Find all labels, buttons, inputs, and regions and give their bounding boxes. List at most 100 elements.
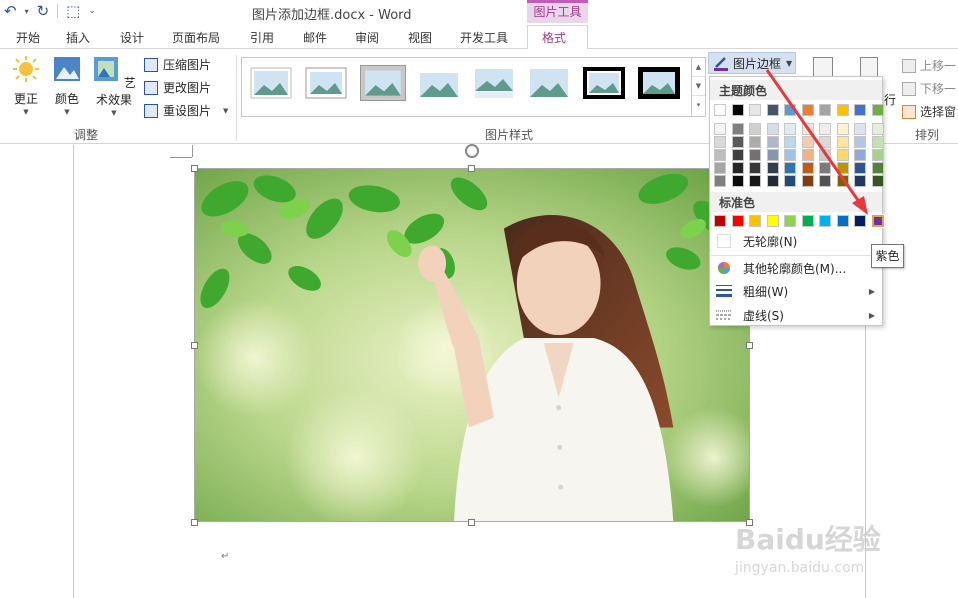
tab-design[interactable]: 设计: [120, 29, 144, 46]
theme-color-swatch[interactable]: [854, 104, 866, 116]
style-thumb[interactable]: [418, 67, 460, 99]
theme-shade-swatch[interactable]: [854, 175, 866, 187]
theme-shade-swatch[interactable]: [749, 175, 761, 187]
standard-color-swatch[interactable]: [731, 215, 744, 227]
theme-color-swatch[interactable]: [766, 104, 779, 116]
theme-shade-swatch[interactable]: [766, 123, 779, 135]
standard-color-swatch[interactable]: [854, 215, 866, 227]
tab-mailings[interactable]: 邮件: [303, 29, 327, 46]
standard-color-swatch[interactable]: [819, 215, 831, 227]
theme-shade-swatch[interactable]: [871, 175, 884, 187]
reset-picture-button[interactable]: 重设图片 ▼: [144, 102, 228, 119]
theme-shade-swatch[interactable]: [714, 175, 726, 187]
theme-shade-swatch[interactable]: [766, 149, 779, 161]
theme-shade-swatch[interactable]: [784, 149, 796, 161]
style-thumb-selected[interactable]: [360, 65, 406, 101]
theme-shade-swatch[interactable]: [854, 149, 866, 161]
standard-color-swatch[interactable]: [766, 215, 779, 227]
theme-shade-swatch[interactable]: [836, 162, 849, 174]
theme-shade-swatch[interactable]: [784, 175, 796, 187]
theme-shade-swatch[interactable]: [766, 136, 779, 148]
customize-qat-icon[interactable]: ⌄: [88, 6, 96, 16]
theme-shade-swatch[interactable]: [714, 149, 726, 161]
gallery-scroll[interactable]: ▲ ▼ ▾: [691, 58, 705, 116]
standard-color-swatch[interactable]: [749, 215, 761, 227]
theme-shade-swatch[interactable]: [819, 162, 831, 174]
theme-shade-swatch[interactable]: [784, 162, 796, 174]
standard-color-swatch[interactable]: [801, 215, 814, 227]
theme-color-swatch[interactable]: [801, 104, 814, 116]
standard-color-swatch[interactable]: [784, 215, 796, 227]
theme-shade-swatch[interactable]: [819, 149, 831, 161]
tab-review[interactable]: 审阅: [355, 29, 379, 46]
theme-shade-swatch[interactable]: [854, 123, 866, 135]
resize-handle[interactable]: [468, 519, 475, 526]
theme-shade-swatch[interactable]: [801, 149, 814, 161]
resize-handle[interactable]: [468, 165, 475, 172]
rotate-handle-icon[interactable]: [465, 144, 479, 158]
color-button[interactable]: 颜色 ▼: [50, 55, 84, 116]
gallery-more-icon[interactable]: ▾: [692, 96, 705, 115]
theme-shade-swatch[interactable]: [714, 123, 726, 135]
theme-color-swatch[interactable]: [871, 104, 884, 116]
theme-shade-swatch[interactable]: [784, 136, 796, 148]
style-thumb[interactable]: [528, 67, 570, 99]
theme-shade-swatch[interactable]: [871, 123, 884, 135]
style-thumb[interactable]: [473, 67, 515, 99]
theme-shade-swatch[interactable]: [766, 175, 779, 187]
theme-shade-swatch[interactable]: [871, 136, 884, 148]
tab-developer[interactable]: 开发工具: [460, 29, 508, 46]
selection-pane-button[interactable]: 选择窗: [902, 103, 956, 120]
style-thumb[interactable]: [638, 67, 680, 99]
theme-shade-swatch[interactable]: [749, 123, 761, 135]
theme-shade-swatch[interactable]: [749, 162, 761, 174]
tab-references[interactable]: 引用: [250, 29, 274, 46]
theme-shade-swatch[interactable]: [731, 149, 744, 161]
theme-shade-swatch[interactable]: [801, 175, 814, 187]
theme-shade-swatch[interactable]: [714, 136, 726, 148]
tab-page-layout[interactable]: 页面布局: [172, 29, 220, 46]
theme-shade-swatch[interactable]: [854, 136, 866, 148]
theme-shade-swatch[interactable]: [766, 162, 779, 174]
resize-handle[interactable]: [746, 342, 753, 349]
style-thumb[interactable]: [305, 67, 347, 99]
theme-shade-swatch[interactable]: [871, 149, 884, 161]
theme-color-swatch[interactable]: [784, 104, 796, 116]
scroll-up-icon[interactable]: ▲: [692, 58, 705, 77]
theme-shade-swatch[interactable]: [749, 149, 761, 161]
resize-handle[interactable]: [191, 342, 198, 349]
theme-shade-swatch[interactable]: [801, 162, 814, 174]
undo-icon[interactable]: ↶: [4, 2, 17, 20]
tab-insert[interactable]: 插入: [66, 29, 90, 46]
theme-shade-swatch[interactable]: [871, 162, 884, 174]
weight-item[interactable]: 粗细(W) ▶: [711, 280, 883, 302]
tab-format[interactable]: 格式: [527, 25, 588, 50]
tab-home[interactable]: 开始: [16, 29, 40, 46]
theme-color-swatch[interactable]: [731, 104, 744, 116]
resize-handle[interactable]: [191, 165, 198, 172]
send-backward-button[interactable]: 下移一: [902, 80, 956, 97]
theme-shade-swatch[interactable]: [714, 162, 726, 174]
theme-shade-swatch[interactable]: [801, 123, 814, 135]
style-thumb[interactable]: [583, 67, 625, 99]
theme-shade-swatch[interactable]: [836, 149, 849, 161]
theme-shade-swatch[interactable]: [819, 136, 831, 148]
theme-shade-swatch[interactable]: [801, 136, 814, 148]
theme-shade-swatch[interactable]: [836, 175, 849, 187]
theme-color-swatch[interactable]: [714, 104, 726, 116]
theme-shade-swatch[interactable]: [731, 123, 744, 135]
inserted-picture[interactable]: [194, 168, 750, 522]
theme-shade-swatch[interactable]: [731, 136, 744, 148]
dashes-item[interactable]: 虚线(S) ▶: [711, 304, 883, 326]
theme-shade-swatch[interactable]: [836, 123, 849, 135]
standard-color-swatch[interactable]: [714, 215, 726, 227]
scroll-down-icon[interactable]: ▼: [692, 77, 705, 96]
theme-shade-swatch[interactable]: [819, 123, 831, 135]
theme-shade-swatch[interactable]: [749, 136, 761, 148]
theme-shade-swatch[interactable]: [731, 162, 744, 174]
no-outline-item[interactable]: 无轮廓(N): [711, 230, 883, 252]
theme-shade-swatch[interactable]: [836, 136, 849, 148]
theme-color-swatch[interactable]: [836, 104, 849, 116]
dropdown-arrow-icon[interactable]: ▾: [25, 7, 29, 16]
theme-shade-swatch[interactable]: [784, 123, 796, 135]
